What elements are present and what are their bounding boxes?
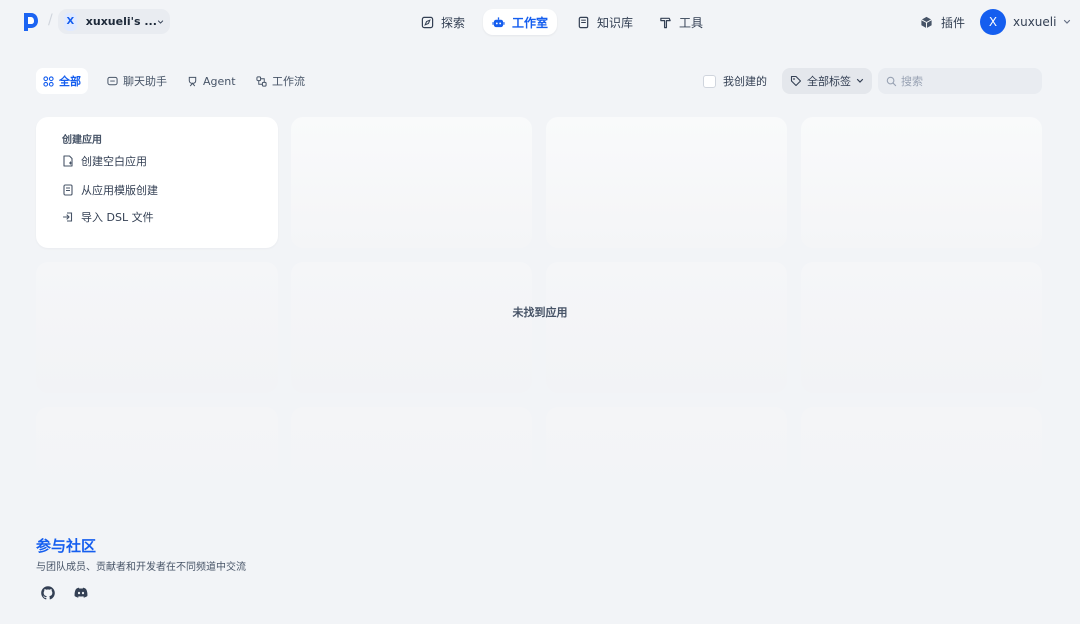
template-icon (63, 184, 73, 196)
search-icon (886, 76, 897, 86)
chevron-down-icon (856, 78, 864, 83)
nav-tools[interactable]: 工具 (650, 9, 712, 35)
nav-explore-label: 探索 (441, 15, 466, 30)
new-file-icon (63, 155, 73, 167)
nav-tools-label: 工具 (679, 15, 704, 30)
robot-icon (492, 16, 505, 27)
created-by-me-checkbox[interactable] (703, 74, 716, 88)
tab-workflow[interactable]: 工作流 (249, 68, 312, 94)
community-title: 参与社区 (36, 537, 97, 555)
import-icon (62, 212, 73, 222)
workspace-name: xuxueli's ... (85, 15, 157, 28)
workspace-switcher[interactable]: X xuxueli's ... (58, 9, 170, 34)
placeholder-card (546, 407, 787, 497)
create-app-title: 创建应用 (62, 135, 102, 146)
tab-workflow-label: 工作流 (272, 75, 305, 88)
tab-agent[interactable]: Agent (180, 68, 243, 94)
create-from-template-button[interactable]: 从应用模版创建 (62, 180, 158, 200)
user-name: xuxueli (1013, 15, 1057, 29)
top-bar: / X xuxueli's ... 探索 工作室 知识库 工具 插件 X xux… (0, 0, 1080, 44)
nav-studio-label: 工作室 (512, 15, 549, 30)
nav-explore[interactable]: 探索 (412, 9, 474, 35)
tag-icon (790, 75, 802, 87)
user-menu[interactable]: X xuxueli (980, 8, 1071, 36)
nav-knowledge-label: 知识库 (597, 15, 634, 30)
chat-bubble-icon (107, 76, 118, 85)
placeholder-card (801, 407, 1042, 497)
discord-icon[interactable] (73, 585, 89, 601)
tag-filter-label: 全部标签 (807, 75, 851, 88)
placeholder-card (36, 262, 278, 393)
plugins-label: 插件 (941, 15, 966, 30)
plugins-button[interactable]: 插件 (915, 9, 970, 35)
placeholder-card (291, 407, 532, 497)
compass-icon (421, 16, 434, 28)
created-by-me-filter[interactable]: 我创建的 (703, 72, 767, 90)
avatar: X (980, 9, 1006, 35)
tab-chat-assistant-label: 聊天助手 (123, 75, 167, 88)
chevron-down-icon (1064, 19, 1071, 24)
create-from-template-label: 从应用模版创建 (81, 184, 158, 197)
tab-agent-label: Agent (203, 74, 236, 88)
placeholder-card (291, 262, 532, 393)
placeholder-card (36, 407, 278, 497)
tab-chat-assistant[interactable]: 聊天助手 (100, 68, 174, 94)
dify-logo-icon[interactable] (22, 12, 40, 32)
community-subtitle: 与团队成员、贡献者和开发者在不同频道中交流 (36, 562, 246, 573)
workspace-avatar: X (64, 12, 77, 31)
chevron-down-icon (157, 19, 164, 24)
tab-all-label: 全部 (59, 75, 81, 88)
import-dsl-label: 导入 DSL 文件 (81, 211, 154, 224)
create-blank-app-label: 创建空白应用 (81, 155, 147, 168)
grid-icon (43, 75, 54, 87)
import-dsl-button[interactable]: 导入 DSL 文件 (62, 207, 154, 227)
search-input[interactable] (901, 74, 1031, 88)
empty-state-message: 未找到应用 (512, 306, 568, 319)
placeholder-card (801, 117, 1042, 248)
placeholder-card (546, 262, 787, 393)
tag-filter-dropdown[interactable]: 全部标签 (782, 68, 872, 94)
github-icon[interactable] (40, 585, 56, 601)
created-by-me-label: 我创建的 (723, 75, 767, 88)
placeholder-card (801, 262, 1042, 393)
nav-knowledge[interactable]: 知识库 (568, 9, 642, 35)
workflow-icon (256, 75, 267, 87)
create-blank-app-button[interactable]: 创建空白应用 (62, 151, 147, 171)
placeholder-card (291, 117, 532, 248)
agent-icon (188, 76, 197, 86)
cube-icon (921, 16, 932, 28)
hammer-icon (660, 17, 671, 28)
nav-studio[interactable]: 工作室 (483, 9, 558, 35)
create-app-card: 创建应用 创建空白应用 从应用模版创建 导入 DSL 文件 (36, 117, 278, 248)
search-box[interactable] (878, 68, 1042, 94)
book-icon (578, 16, 589, 28)
breadcrumb-separator: / (48, 12, 53, 28)
tab-all[interactable]: 全部 (36, 68, 88, 94)
placeholder-card (546, 117, 787, 248)
